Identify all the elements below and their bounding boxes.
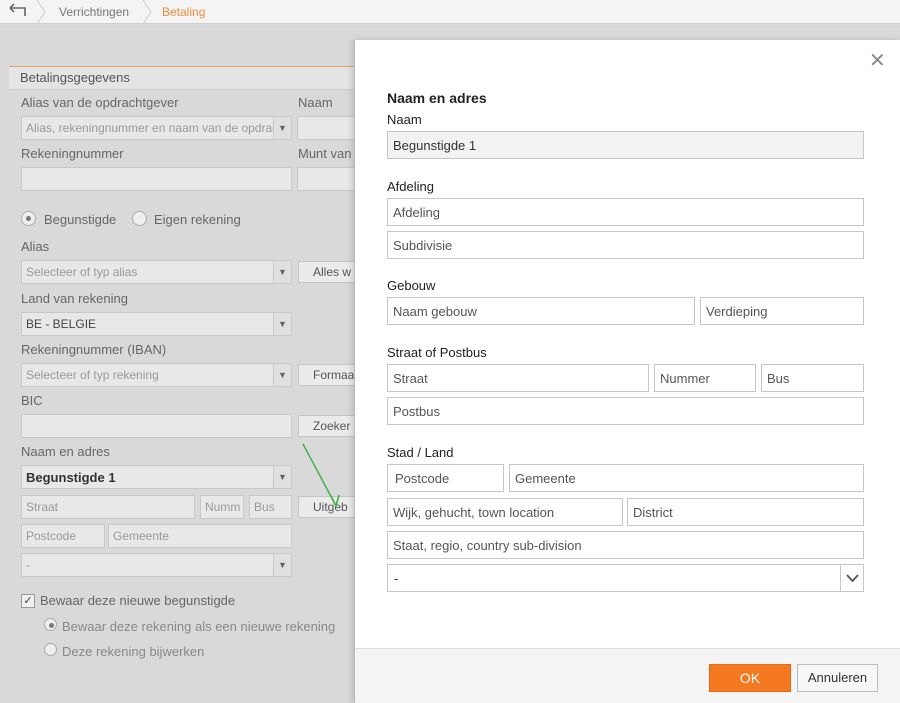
wijk-input[interactable] bbox=[387, 498, 623, 526]
naam-gebouw-input[interactable] bbox=[387, 297, 695, 325]
iban-select[interactable]: Selecteer of typ rekening bbox=[21, 363, 292, 387]
gemeente-field[interactable]: Gemeente bbox=[108, 524, 292, 548]
alias-label: Alias bbox=[21, 239, 50, 254]
chevron-down-icon[interactable]: ▼ bbox=[273, 466, 291, 488]
bic-field[interactable] bbox=[21, 414, 292, 438]
land-label: Land van rekening bbox=[21, 291, 128, 306]
bus-field[interactable]: Bus bbox=[249, 495, 292, 519]
district-input[interactable] bbox=[627, 498, 864, 526]
straat-input[interactable] bbox=[387, 364, 649, 392]
naam-en-adres-dialog: ✕ Naam en adres Naam Afdeling Gebouw Str… bbox=[354, 40, 900, 703]
back-arrow-icon[interactable] bbox=[8, 2, 30, 20]
radio-eigen-rekening[interactable] bbox=[132, 211, 147, 226]
alles-button[interactable]: Alles w bbox=[298, 261, 358, 283]
breadcrumb-separator-icon bbox=[142, 0, 152, 24]
radio-begunstigde[interactable] bbox=[21, 211, 36, 226]
radio-bijwerken[interactable] bbox=[44, 643, 57, 656]
radio-begunstigde-label: Begunstigde bbox=[44, 212, 117, 227]
format-button[interactable]: Formaa bbox=[298, 364, 358, 386]
naam-input[interactable] bbox=[387, 131, 864, 159]
radio-eigen-rekening-label: Eigen rekening bbox=[154, 212, 241, 227]
verdieping-input[interactable] bbox=[700, 297, 864, 325]
country-select[interactable]: - bbox=[21, 553, 292, 577]
staat-regio-input[interactable] bbox=[387, 531, 864, 559]
afdeling-label: Afdeling bbox=[387, 179, 434, 194]
nummer-field[interactable]: Numm bbox=[200, 495, 244, 519]
land-select[interactable]: BE - BELGIE bbox=[21, 312, 292, 336]
nummer-input[interactable] bbox=[654, 364, 756, 392]
alias-select[interactable]: Selecteer of typ alias bbox=[21, 260, 292, 284]
munt-field[interactable] bbox=[297, 167, 357, 191]
bus-input[interactable] bbox=[761, 364, 864, 392]
close-icon[interactable]: ✕ bbox=[869, 51, 887, 71]
gemeente-input[interactable] bbox=[509, 464, 864, 492]
radio-bewaar-nieuw[interactable] bbox=[44, 618, 57, 631]
country-select-value: - bbox=[394, 571, 399, 586]
chevron-down-icon[interactable]: ▼ bbox=[273, 554, 291, 576]
munt-label: Munt van bbox=[298, 146, 352, 161]
chevron-down-icon[interactable]: ▼ bbox=[273, 364, 291, 386]
naam-field[interactable] bbox=[297, 116, 357, 140]
alias-opdrachtgever-select[interactable]: Alias, rekeningnummer en naam van de opd… bbox=[21, 116, 292, 140]
breadcrumb-separator-icon bbox=[36, 0, 46, 24]
stad-land-label: Stad / Land bbox=[387, 445, 454, 460]
postcode-field[interactable]: Postcode bbox=[21, 524, 105, 548]
straat-postbus-label: Straat of Postbus bbox=[387, 345, 487, 360]
breadcrumb-item-betaling: Betaling bbox=[162, 5, 206, 19]
cancel-button[interactable]: Annuleren bbox=[797, 664, 878, 692]
bic-label: BIC bbox=[21, 393, 43, 408]
alias-opdrachtgever-label: Alias van de opdrachtgever bbox=[21, 95, 179, 110]
bewaar-checkbox[interactable]: ✓ bbox=[21, 594, 35, 608]
radio-bewaar-nieuw-label: Bewaar deze rekening als een nieuwe reke… bbox=[62, 619, 336, 634]
country-select[interactable]: - bbox=[387, 564, 864, 592]
postbus-input[interactable] bbox=[387, 397, 864, 425]
zoeken-button[interactable]: Zoeker bbox=[298, 415, 358, 437]
naam-adres-label: Naam en adres bbox=[21, 444, 110, 459]
chevron-down-icon[interactable]: ▼ bbox=[273, 261, 291, 283]
chevron-down-icon[interactable] bbox=[840, 565, 863, 591]
rekeningnummer-label: Rekeningnummer bbox=[21, 146, 124, 161]
naam-label: Naam bbox=[298, 95, 333, 110]
gebouw-label: Gebouw bbox=[387, 278, 436, 293]
breadcrumb-item-verrichtingen[interactable]: Verrichtingen bbox=[59, 5, 129, 19]
subdivisie-input[interactable] bbox=[387, 231, 864, 259]
green-arrow-icon bbox=[302, 443, 340, 509]
naam-label: Naam bbox=[387, 112, 422, 127]
section-header-betalingsgegevens: Betalingsgegevens bbox=[9, 66, 369, 90]
radio-bijwerken-label: Deze rekening bijwerken bbox=[62, 644, 205, 659]
section-title: Betalingsgegevens bbox=[20, 70, 130, 85]
dialog-footer: OK Annuleren bbox=[355, 648, 900, 703]
dialog-title: Naam en adres bbox=[387, 90, 487, 106]
bewaar-checkbox-label: Bewaar deze nieuwe begunstigde bbox=[40, 593, 236, 608]
rekeningnummer-field[interactable] bbox=[21, 167, 292, 191]
iban-label: Rekeningnummer (IBAN) bbox=[21, 342, 167, 357]
breadcrumb: Verrichtingen Betaling bbox=[0, 0, 900, 24]
ok-button[interactable]: OK bbox=[709, 664, 791, 692]
postcode-input[interactable] bbox=[387, 464, 504, 492]
chevron-down-icon[interactable]: ▼ bbox=[273, 313, 291, 335]
afdeling-input[interactable] bbox=[387, 198, 864, 226]
straat-field[interactable]: Straat bbox=[21, 495, 195, 519]
chevron-down-icon[interactable]: ▼ bbox=[273, 117, 291, 139]
naam-adres-select[interactable]: Begunstigde 1 bbox=[21, 465, 292, 489]
